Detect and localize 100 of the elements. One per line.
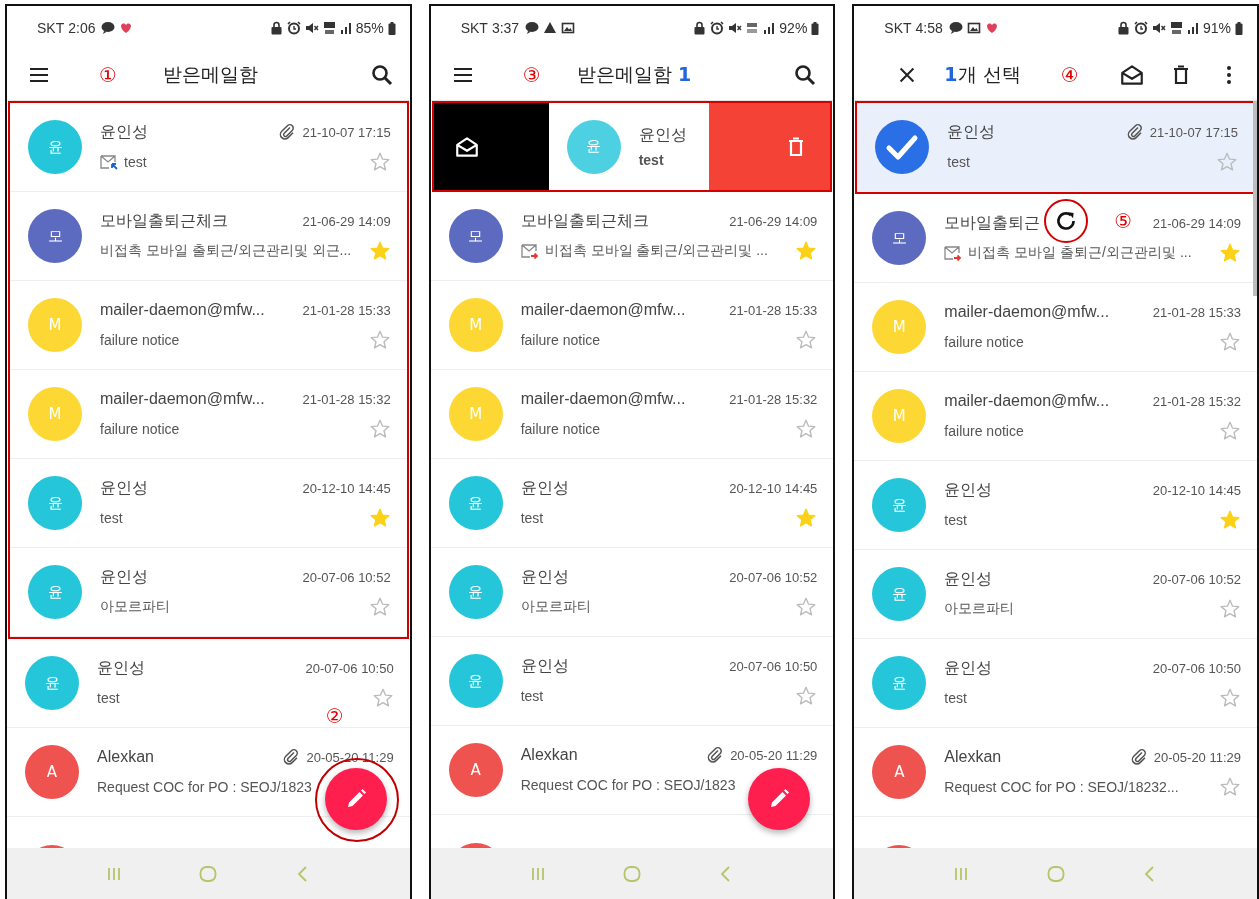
received-date: 20-05-20 11:29 <box>1153 749 1241 765</box>
avatar: A <box>448 743 503 797</box>
received-date: 20-05-20 11:29 <box>306 749 394 765</box>
star-outline-icon[interactable] <box>795 596 818 618</box>
mail-subject: 비접촉 모바일 출퇴근/외근관리및 외근... <box>100 242 352 260</box>
received-date: 20-07-06 10:52 <box>302 569 391 585</box>
sender-name: 윤인성 <box>947 121 996 142</box>
mail-subject: 아모르파티 <box>944 600 1015 618</box>
sender-name: 윤인성 <box>520 655 569 676</box>
open-envelope-icon[interactable] <box>1119 62 1145 88</box>
avatar: 윤 <box>872 567 927 621</box>
mail-list-item[interactable]: M mailer-daemon@mfw... 21-01-28 15:33 failure notice <box>430 281 834 370</box>
received-date: 21-01-28 15:32 <box>1152 393 1241 409</box>
battery-icon <box>811 21 820 35</box>
mail-list-item[interactable]: 모 모바일출퇴근체크 21-06-29 14:09 비접촉 모바일 출퇴근/외근관리및 ... <box>430 192 834 281</box>
avatar: 윤 <box>448 565 503 619</box>
star-outline-icon[interactable] <box>795 329 818 351</box>
mail-list-item[interactable]: 윤 윤인성 21-10-07 17:15 test <box>10 103 407 192</box>
mail-list-item[interactable]: 윤 윤인성 20-12-10 14:45 test <box>854 461 1257 550</box>
mail-list-item[interactable]: M mailer-daemon@mfw... 21-01-28 15:32 failure notice <box>10 370 407 459</box>
avatar: 윤 <box>872 656 927 710</box>
star-outline-icon[interactable] <box>1219 598 1241 620</box>
mail-list-item[interactable]: A Alexkan 20-05-20 11:29 Request COC for PO : SEOJ/18232... <box>854 728 1257 817</box>
carrier-name: SKT <box>37 20 65 36</box>
mail-list-item[interactable]: M mailer-daemon@mfw... 21-01-28 15:32 failure notice <box>854 372 1257 461</box>
mark-read-action[interactable] <box>433 103 549 190</box>
received-date: 21-01-28 15:32 <box>302 391 391 407</box>
star-outline-icon[interactable] <box>795 685 818 707</box>
mail-list-item[interactable]: M mailer-daemon@mfw... 21-01-28 15:33 failure notice <box>10 281 407 370</box>
star-outline-icon[interactable] <box>1219 687 1241 709</box>
home-icon[interactable] <box>1045 863 1066 884</box>
mail-list-item[interactable]: 윤 윤인성 20-07-06 10:50 test <box>430 637 834 726</box>
star-outline-icon[interactable] <box>1216 151 1238 173</box>
search-icon[interactable] <box>793 63 818 87</box>
avatar: 윤 <box>448 654 503 708</box>
mail-subject: test <box>124 154 147 170</box>
mail-list-item[interactable]: M mailer-daemon@mfw... 21-01-28 15:33 failure notice <box>854 283 1257 372</box>
filled-star-icon[interactable] <box>1219 509 1241 531</box>
mail-list-item[interactable]: 윤 윤인성 20-07-06 10:52 아모르파티 <box>854 550 1257 639</box>
mail-list-item[interactable]: 윤 윤인성 20-07-06 10:52 아모르파티 <box>10 548 407 637</box>
mail-list-item[interactable]: M mailer-daemon@mfw... 21-01-28 15:32 failure notice <box>430 370 834 459</box>
star-outline-icon[interactable] <box>1219 420 1241 442</box>
star-outline-icon[interactable] <box>795 418 818 440</box>
filled-star-icon[interactable] <box>368 240 391 262</box>
mail-list-item[interactable]: 윤 윤인성 20-12-10 14:45 test <box>430 459 834 548</box>
signal-bars-icon <box>763 22 776 34</box>
compose-button[interactable] <box>748 768 811 830</box>
sender-name: 윤인성 <box>944 657 993 678</box>
sender-name: 모바일출퇴근 <box>944 212 1041 233</box>
compose-button[interactable] <box>324 768 387 830</box>
star-outline-icon[interactable] <box>1219 331 1241 353</box>
mail-list-item[interactable]: 윤 윤인성 20-12-10 14:45 test <box>10 459 407 548</box>
avatar: 윤 <box>566 119 621 174</box>
received-date: 21-01-28 15:33 <box>1152 304 1241 320</box>
mail-list-item[interactable]: 윤 윤인성 20-07-06 10:50 test ② <box>7 639 410 728</box>
avatar: 모 <box>448 209 503 263</box>
avatar: M <box>28 298 82 352</box>
avatar: M <box>28 387 82 441</box>
star-outline-icon[interactable] <box>1219 776 1241 798</box>
muted-speaker-icon <box>304 21 319 35</box>
received-date: 20-07-06 10:52 <box>729 569 818 585</box>
avatar: 윤 <box>28 565 82 619</box>
avatar: 윤 <box>25 656 79 710</box>
mail-subject: test <box>520 510 544 526</box>
mail-list-item[interactable]: 윤 윤인성 20-07-06 10:52 아모르파티 <box>430 548 834 637</box>
annotation-number: ② <box>325 706 344 726</box>
star-outline-icon[interactable] <box>371 687 394 709</box>
home-icon[interactable] <box>622 863 642 884</box>
muted-speaker-icon <box>728 21 743 35</box>
mail-subject: Request COC for PO : SEOJ/1823 <box>520 777 736 793</box>
received-date: 20-07-06 10:52 <box>1152 571 1241 587</box>
clock-time: 2:06 <box>68 20 96 36</box>
sender-name: 모바일출퇴근체크 <box>520 210 649 231</box>
sender-name: 윤인성 <box>944 479 993 500</box>
received-date: 21-06-29 14:09 <box>302 213 391 229</box>
received-date: 20-12-10 14:45 <box>729 480 818 496</box>
filled-star-icon[interactable] <box>795 507 818 529</box>
avatar: M <box>872 389 927 443</box>
mail-subject: test <box>520 688 544 704</box>
home-icon[interactable] <box>198 863 219 884</box>
filled-star-icon[interactable] <box>368 507 391 529</box>
mail-list-item[interactable]: 모 모바일출퇴근체크 21-06-29 14:09 비접촉 모바일 출퇴근/외근관리및 외근... <box>10 192 407 281</box>
delete-action[interactable] <box>708 103 831 190</box>
avatar: M <box>448 387 503 441</box>
mail-list-item[interactable]: 윤 윤인성 20-07-06 10:50 test <box>854 639 1257 728</box>
filled-star-icon[interactable] <box>795 240 818 262</box>
search-icon[interactable] <box>369 63 394 87</box>
alarm-clock-icon <box>286 21 301 35</box>
clock-time: 3:37 <box>491 20 520 36</box>
star-outline-icon[interactable] <box>368 596 391 618</box>
mail-subject: test <box>944 512 967 528</box>
star-outline-icon[interactable] <box>368 329 391 351</box>
muted-speaker-icon <box>1152 21 1166 35</box>
star-outline-icon[interactable] <box>368 151 391 173</box>
carrier-name: SKT <box>460 20 488 36</box>
battery-percentage: 85% <box>355 20 384 36</box>
avatar: 윤 <box>872 478 927 532</box>
mail-list-item[interactable]: 윤인성 21-10-07 17:15 test <box>857 103 1254 192</box>
filled-star-icon[interactable] <box>1219 242 1241 264</box>
star-outline-icon[interactable] <box>368 418 391 440</box>
